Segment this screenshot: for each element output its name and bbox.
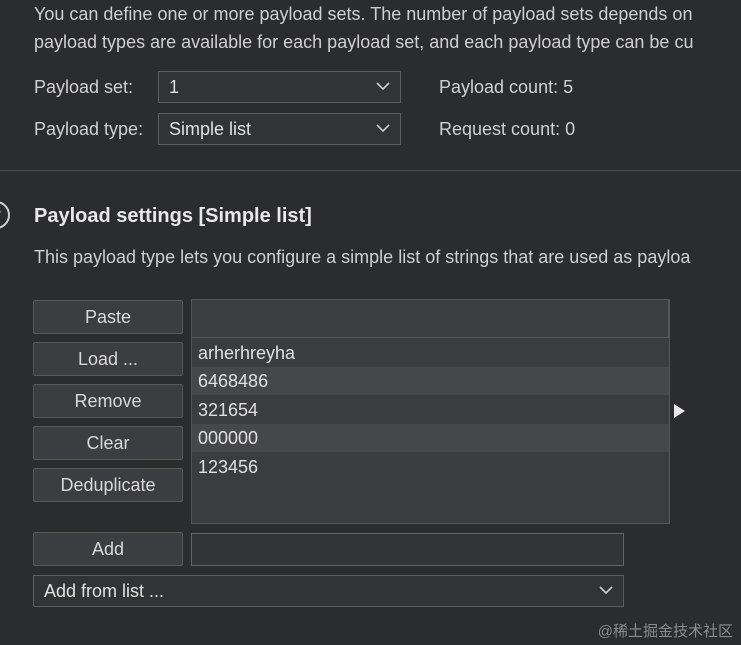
request-count-label: Request count: [439, 119, 561, 139]
help-icon[interactable]: ? [0, 201, 10, 229]
add-button[interactable]: Add [33, 532, 183, 566]
payload-type-label: Payload type: [34, 119, 144, 139]
payload-set-select[interactable]: 1 [158, 71, 401, 103]
request-count: Request count: 0 [439, 114, 575, 144]
intro-line-1: You can define one or more payload sets.… [34, 4, 693, 24]
chevron-down-icon [599, 586, 613, 595]
chevron-down-icon [376, 124, 390, 133]
payload-count-value: 5 [563, 77, 574, 97]
triangle-right-icon[interactable] [674, 404, 685, 418]
list-item[interactable]: 321654 [192, 396, 669, 424]
remove-button[interactable]: Remove [33, 384, 183, 418]
add-from-list-value: Add from list ... [44, 581, 165, 601]
add-from-list-select[interactable]: Add from list ... [33, 575, 624, 607]
add-payload-input[interactable] [191, 533, 624, 566]
payload-count: Payload count: 5 [439, 72, 573, 102]
payload-set-label: Payload set: [34, 77, 134, 97]
payload-set-value: 1 [169, 77, 180, 97]
list-item[interactable]: 6468486 [192, 367, 669, 395]
payload-settings-description: This payload type lets you configure a s… [34, 247, 691, 267]
paste-button[interactable]: Paste [33, 300, 183, 334]
list-item[interactable]: 000000 [192, 424, 669, 452]
payload-type-select[interactable]: Simple list [158, 113, 401, 145]
intro-text: You can define one or more payload sets.… [34, 0, 741, 56]
request-count-value: 0 [565, 119, 576, 139]
payload-count-label: Payload count: [439, 77, 559, 97]
load-button[interactable]: Load ... [33, 342, 183, 376]
watermark: @稀土掘金技术社区 [597, 623, 733, 640]
list-item[interactable]: 123456 [192, 453, 669, 481]
intro-line-2: payload types are available for each pay… [34, 32, 694, 52]
list-item[interactable]: arherhreyha [192, 339, 669, 367]
clear-button[interactable]: Clear [33, 426, 183, 460]
payload-list-header [192, 300, 669, 338]
section-divider [0, 170, 741, 171]
payload-list[interactable]: arherhreyha 6468486 321654 000000 123456 [191, 299, 670, 524]
payload-settings-title: Payload settings [Simple list] [34, 205, 312, 227]
deduplicate-button[interactable]: Deduplicate [33, 468, 183, 502]
payload-type-value: Simple list [169, 119, 252, 139]
chevron-down-icon [376, 82, 390, 91]
